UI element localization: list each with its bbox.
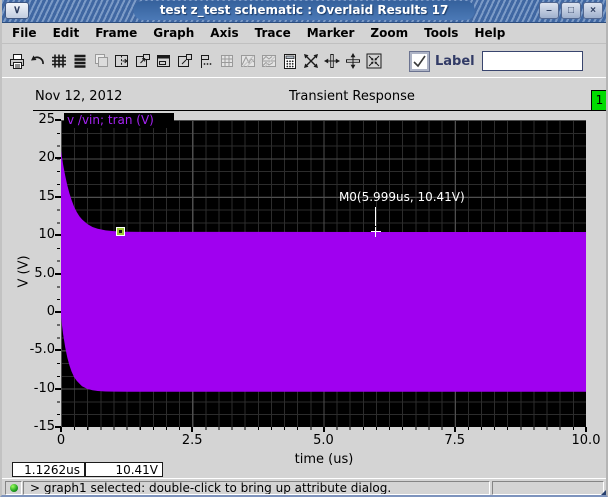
window-menu-button[interactable]: ∨ [5, 2, 29, 19]
label-marker-button[interactable] [195, 50, 216, 72]
menu-item-graph[interactable]: Graph [145, 26, 202, 40]
fit-y-button[interactable] [342, 50, 363, 72]
fit-xy-icon [303, 54, 318, 68]
grid-button[interactable] [48, 50, 69, 72]
y-tick-label: 20 [38, 150, 55, 166]
strip-chart-button[interactable] [69, 50, 90, 72]
overlay-waveforms-icon [240, 55, 255, 67]
status-ball-icon [10, 484, 18, 492]
window-title: test z_test schematic : Overlaid Results… [133, 1, 475, 20]
copy-window-icon [94, 54, 108, 67]
y-tick-label: -5.0 [29, 342, 55, 358]
fit-y-icon [345, 53, 360, 69]
label-checkbox-label: Label [435, 53, 475, 69]
grid-icon [51, 54, 66, 68]
strip-waveforms-button [258, 50, 279, 72]
y-tick-label: 0 [46, 303, 55, 319]
x-axis-title: time (us) [294, 452, 354, 467]
plot-title: Transient Response [289, 89, 415, 104]
menu-item-help[interactable]: Help [466, 26, 513, 40]
x-tick-label: 0 [56, 433, 66, 448]
overlay-waveforms-button [237, 50, 258, 72]
minimize-button[interactable]: – [539, 2, 559, 19]
undo-button[interactable] [27, 50, 48, 72]
plot-date: Nov 12, 2012 [35, 89, 123, 104]
header-rule [33, 110, 601, 111]
menu-item-file[interactable]: File [4, 26, 45, 40]
print-icon [9, 54, 24, 69]
y-tick-label: 25 [38, 112, 55, 127]
menu-item-axis[interactable]: Axis [202, 26, 246, 40]
checkmark-icon [413, 55, 426, 67]
x-tick-label: 7.5 [444, 433, 466, 448]
menu-item-tools[interactable]: Tools [416, 26, 466, 40]
fit-all-button[interactable] [363, 50, 384, 72]
split-window-icon [114, 55, 128, 67]
x-tick-label: 10.0 [571, 433, 601, 448]
subwindow-badge[interactable]: 1 [591, 90, 606, 111]
x-tick-label: 5.0 [313, 433, 334, 448]
maximize-button[interactable]: □ [561, 2, 581, 19]
y-tick-label: 15 [38, 188, 55, 204]
data-table-button [216, 50, 237, 72]
waveform-plot [61, 150, 586, 392]
status-right-panel [492, 481, 604, 495]
banner-window-icon [156, 55, 170, 67]
split-window-button[interactable] [111, 50, 132, 72]
marker-m0-line [375, 206, 377, 226]
menu-item-edit[interactable]: Edit [45, 26, 88, 40]
trace-point-marker[interactable] [115, 227, 125, 237]
trace-legend[interactable]: v /vin; tran (V) [64, 113, 174, 128]
menu-item-frame[interactable]: Frame [87, 26, 145, 40]
fit-x-icon [323, 54, 340, 68]
y-tick-label: 5.0 [34, 265, 55, 281]
cursor-y-readout[interactable]: 10.41V [85, 462, 163, 477]
status-message: > graph1 selected: double-click to bring… [23, 481, 490, 495]
menu-item-marker[interactable]: Marker [299, 26, 363, 40]
menu-bar: File Edit Frame Graph Axis Trace Marker Zoom Too… [2, 22, 606, 44]
x-minor-ticks [61, 427, 587, 430]
toolbar: Label [2, 45, 606, 78]
label-input[interactable] [481, 51, 583, 71]
y-tick-label: 10 [38, 227, 55, 243]
fit-x-button[interactable] [321, 50, 342, 72]
fit-all-icon [366, 53, 381, 69]
label-checkbox[interactable] [409, 50, 430, 72]
calculator-icon [283, 54, 296, 69]
title-bar[interactable]: ∨ test z_test schematic : Overlaid Resul… [2, 0, 606, 23]
application-window: ∨ test z_test schematic : Overlaid Resul… [0, 0, 608, 497]
y-minor-ticks [57, 120, 60, 428]
pop-out-window-icon [135, 54, 150, 67]
fit-xy-button[interactable] [300, 50, 321, 72]
resize-grip-icon[interactable] [599, 490, 606, 495]
copy-window-button [90, 50, 111, 72]
vin-trace[interactable] [61, 150, 586, 392]
marker-m0-crosshair [375, 226, 377, 237]
new-window-icon [177, 54, 192, 67]
close-button[interactable]: × [583, 2, 603, 19]
cursor-x-readout[interactable]: 1.1262us [12, 462, 85, 477]
print-button[interactable] [6, 50, 27, 72]
undo-icon [30, 55, 44, 65]
x-tick-label: 2.5 [181, 433, 203, 448]
strip-waveforms-icon [261, 55, 276, 67]
status-divider [2, 478, 606, 479]
pop-out-window-button[interactable] [132, 50, 153, 72]
strip-chart-icon [74, 54, 85, 68]
menu-item-zoom[interactable]: Zoom [362, 26, 416, 40]
status-indicator-panel [5, 481, 22, 495]
y-tick-label: -10 [33, 380, 55, 396]
menu-item-trace[interactable]: Trace [247, 26, 299, 40]
banner-window-button[interactable] [153, 50, 174, 72]
marker-m0-label[interactable]: M0(5.999us, 10.41V) [339, 190, 465, 204]
plot-area[interactable] [61, 120, 586, 427]
new-window-button[interactable] [174, 50, 195, 72]
data-table-icon [220, 55, 233, 67]
label-marker-icon [200, 55, 211, 68]
calculator-button[interactable] [279, 50, 300, 72]
